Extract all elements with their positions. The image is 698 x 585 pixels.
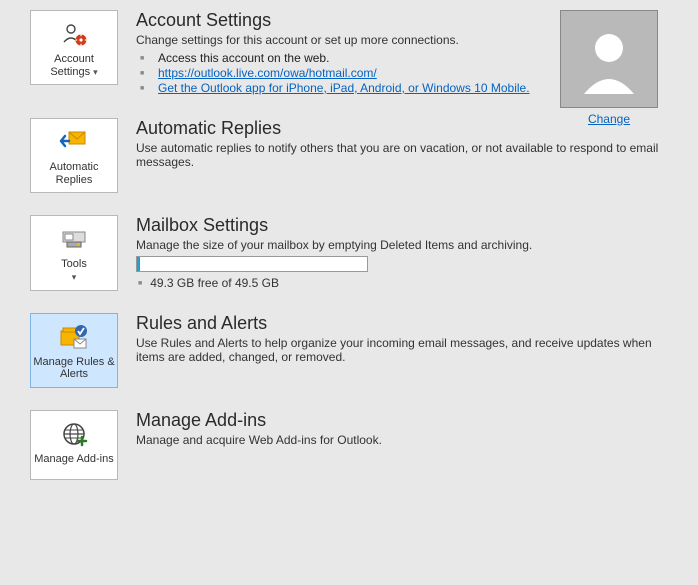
manage-rules-tile-label: Manage Rules & Alerts	[33, 356, 115, 381]
tools-icon	[33, 222, 115, 256]
tools-tile[interactable]: Tools▾	[30, 215, 118, 290]
mailbox-settings-desc: Manage the size of your mailbox by empty…	[136, 238, 678, 252]
rules-alerts-desc: Use Rules and Alerts to help organize yo…	[136, 336, 678, 364]
manage-addins-tile-label: Manage Add-ins	[33, 453, 115, 466]
rules-alerts-title: Rules and Alerts	[136, 313, 678, 334]
get-app-link[interactable]: Get the Outlook app for iPhone, iPad, An…	[158, 81, 530, 95]
account-settings-tile-label: Account Settings ▾	[33, 53, 115, 78]
manage-addins-tile[interactable]: Manage Add-ins	[30, 410, 118, 480]
section-mailbox-settings: Tools▾ Mailbox Settings Manage the size …	[30, 215, 678, 290]
mailbox-settings-title: Mailbox Settings	[136, 215, 678, 236]
mailbox-storage-text: ■49.3 GB free of 49.5 GB	[136, 276, 678, 290]
rules-alerts-icon	[33, 320, 115, 354]
manage-rules-tile[interactable]: Manage Rules & Alerts	[30, 313, 118, 388]
automatic-replies-icon	[33, 125, 115, 159]
section-rules-alerts: Manage Rules & Alerts Rules and Alerts U…	[30, 313, 678, 388]
automatic-replies-desc: Use automatic replies to notify others t…	[136, 141, 678, 169]
profile-photo-block: Change	[560, 10, 658, 126]
manage-addins-desc: Manage and acquire Web Add-ins for Outlo…	[136, 433, 678, 447]
account-settings-icon	[33, 17, 115, 51]
account-settings-tile[interactable]: Account Settings ▾	[30, 10, 118, 85]
chevron-down-icon: ▾	[93, 67, 98, 77]
manage-addins-title: Manage Add-ins	[136, 410, 678, 431]
section-manage-addins: Manage Add-ins Manage Add-ins Manage and…	[30, 410, 678, 480]
tools-tile-label: Tools▾	[33, 258, 115, 283]
addins-icon	[33, 417, 115, 451]
chevron-down-icon: ▾	[72, 272, 77, 282]
automatic-replies-title: Automatic Replies	[136, 118, 678, 139]
section-automatic-replies: Automatic Replies Automatic Replies Use …	[30, 118, 678, 193]
owa-url-link[interactable]: https://outlook.live.com/owa/hotmail.com…	[158, 66, 377, 80]
avatar	[560, 10, 658, 108]
automatic-replies-tile[interactable]: Automatic Replies	[30, 118, 118, 193]
mailbox-usage-bar	[136, 256, 368, 272]
automatic-replies-tile-label: Automatic Replies	[33, 161, 115, 186]
